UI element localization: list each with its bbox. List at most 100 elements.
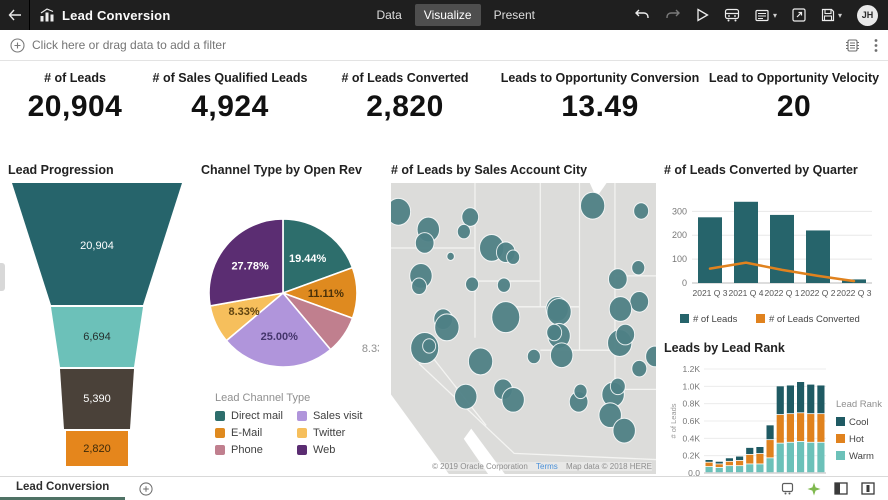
map-bubble[interactable] xyxy=(632,260,645,274)
map-bubble[interactable] xyxy=(507,250,520,264)
pie-chart[interactable]: 19.44%11.11%8.33%25.00%8.33%27.78% xyxy=(201,183,379,383)
kpi-tile[interactable]: Lead to Opportunity Velocity 20 xyxy=(700,71,888,137)
stacked-bar-segment[interactable] xyxy=(767,440,774,457)
stacked-bar-segment[interactable] xyxy=(767,425,774,439)
legend-label[interactable]: # of Leads xyxy=(693,314,738,325)
legend-item[interactable]: Phone xyxy=(215,444,283,456)
map-bubble[interactable] xyxy=(502,387,524,412)
stacked-bar-segment[interactable] xyxy=(797,413,804,441)
legend-label[interactable]: Hot xyxy=(849,434,864,445)
stacked-bar-segment[interactable] xyxy=(797,382,804,412)
filter-settings-button[interactable] xyxy=(845,38,860,53)
stacked-bar-segment[interactable] xyxy=(706,463,713,467)
layout-center-button[interactable] xyxy=(861,482,875,495)
legend-item[interactable]: Sales visit xyxy=(297,410,363,422)
stacked-bar-segment[interactable] xyxy=(787,414,794,442)
stacked-bar-segment[interactable] xyxy=(817,385,824,413)
more-options-button[interactable] xyxy=(874,38,878,53)
stacked-bar-segment[interactable] xyxy=(736,457,743,461)
map-bubble[interactable] xyxy=(492,302,520,333)
avatar[interactable]: JH xyxy=(857,5,878,26)
stacked-bar-segment[interactable] xyxy=(716,464,723,467)
legend-label[interactable]: Cool xyxy=(849,417,869,428)
kpi-tile[interactable]: # of Leads Converted 2,820 xyxy=(310,71,500,137)
stacked-bar-segment[interactable] xyxy=(736,466,743,472)
legend-item[interactable]: Web xyxy=(297,444,363,456)
stacked-bar-segment[interactable] xyxy=(817,414,824,442)
map-bubble[interactable] xyxy=(455,384,477,409)
legend-label[interactable]: # of Leads Converted xyxy=(769,314,860,325)
stacked-bar-segment[interactable] xyxy=(726,466,733,472)
map-bubble[interactable] xyxy=(630,291,649,312)
tab-data[interactable]: Data xyxy=(367,4,410,26)
stacked-bar-segment[interactable] xyxy=(746,455,753,464)
stacked-bar-segment[interactable] xyxy=(807,443,814,473)
kpi-tile[interactable]: # of Sales Qualified Leads 4,924 xyxy=(150,71,310,137)
map-bubble[interactable] xyxy=(466,277,479,291)
add-canvas-button[interactable] xyxy=(139,482,153,496)
map-bubble[interactable] xyxy=(415,233,434,254)
map-bubble[interactable] xyxy=(613,418,635,443)
map-terms-link[interactable]: Terms xyxy=(536,462,558,471)
map-bubble[interactable] xyxy=(497,278,510,292)
stacked-bar-segment[interactable] xyxy=(726,462,733,466)
stacked-bar-segment[interactable] xyxy=(787,443,794,473)
stacked-bar-segment[interactable] xyxy=(746,464,753,472)
map-bubble[interactable] xyxy=(457,224,470,238)
tab-present[interactable]: Present xyxy=(485,4,544,26)
legend-item[interactable]: E-Mail xyxy=(215,427,283,439)
canvas-tab[interactable]: Lead Conversion xyxy=(0,477,125,500)
back-button[interactable] xyxy=(0,0,30,30)
map-bubble[interactable] xyxy=(527,349,540,363)
stacked-bar-segment[interactable] xyxy=(817,443,824,473)
undo-button[interactable] xyxy=(634,8,650,22)
map-bubble[interactable] xyxy=(435,314,459,341)
map-bubble[interactable] xyxy=(468,348,492,375)
stacked-bar-chart[interactable]: 0.00.2K0.4K0.6K0.8K1.0K1.2K# of LeadsLea… xyxy=(664,361,882,495)
combo-chart[interactable]: 01002003002021 Q 32021 Q 42022 Q 12022 Q… xyxy=(664,183,882,335)
stacked-bar-segment[interactable] xyxy=(716,462,723,464)
auto-insights-button[interactable] xyxy=(807,482,821,496)
stacked-bar-segment[interactable] xyxy=(716,468,723,472)
funnel-chart[interactable]: 20,9046,6945,3902,820 xyxy=(8,183,186,468)
stacked-bar-segment[interactable] xyxy=(777,415,784,443)
map-bubble[interactable] xyxy=(610,378,625,395)
map-bubble[interactable] xyxy=(609,269,628,290)
device-preview-button[interactable] xyxy=(781,482,794,495)
stacked-bar-segment[interactable] xyxy=(777,444,784,473)
kpi-tile[interactable]: # of Leads 20,904 xyxy=(0,71,150,137)
stacked-bar-segment[interactable] xyxy=(756,464,763,472)
bar[interactable] xyxy=(734,202,758,283)
stacked-bar-segment[interactable] xyxy=(787,385,794,413)
stacked-bar-segment[interactable] xyxy=(706,460,713,462)
map-bubble[interactable] xyxy=(574,384,587,398)
stacked-bar-segment[interactable] xyxy=(756,454,763,464)
preview-button[interactable] xyxy=(696,8,709,22)
stacked-bar-segment[interactable] xyxy=(807,414,814,442)
bar[interactable] xyxy=(698,217,722,283)
legend-label[interactable]: Warm xyxy=(849,451,874,462)
stacked-bar-segment[interactable] xyxy=(797,442,804,472)
map-bubble[interactable] xyxy=(391,198,411,225)
tab-visualize[interactable]: Visualize xyxy=(415,4,481,26)
filter-placeholder[interactable]: Click here or drag data to add a filter xyxy=(32,38,226,52)
map-bubble[interactable] xyxy=(609,297,631,322)
bar[interactable] xyxy=(770,215,794,283)
map-bubble[interactable] xyxy=(547,298,571,325)
map-bubble[interactable] xyxy=(447,252,454,260)
bubble-map[interactable]: © 2019 Oracle Corporation Terms Map data… xyxy=(391,183,656,474)
legend-item[interactable]: Twitter xyxy=(297,427,363,439)
map-bubble[interactable] xyxy=(616,324,635,345)
stacked-bar-segment[interactable] xyxy=(807,385,814,414)
redo-button[interactable] xyxy=(665,8,681,22)
canvas-menu-button[interactable]: ▾ xyxy=(755,9,777,22)
stacked-bar-segment[interactable] xyxy=(706,467,713,472)
map-bubble[interactable] xyxy=(547,324,562,341)
save-button[interactable]: ▾ xyxy=(821,8,842,22)
stacked-bar-segment[interactable] xyxy=(746,448,753,454)
map-bubble[interactable] xyxy=(632,360,647,377)
map-bubble[interactable] xyxy=(634,203,649,220)
legend-item[interactable]: Direct mail xyxy=(215,410,283,422)
layout-sidebar-button[interactable] xyxy=(834,482,848,495)
stacked-bar-segment[interactable] xyxy=(756,447,763,453)
